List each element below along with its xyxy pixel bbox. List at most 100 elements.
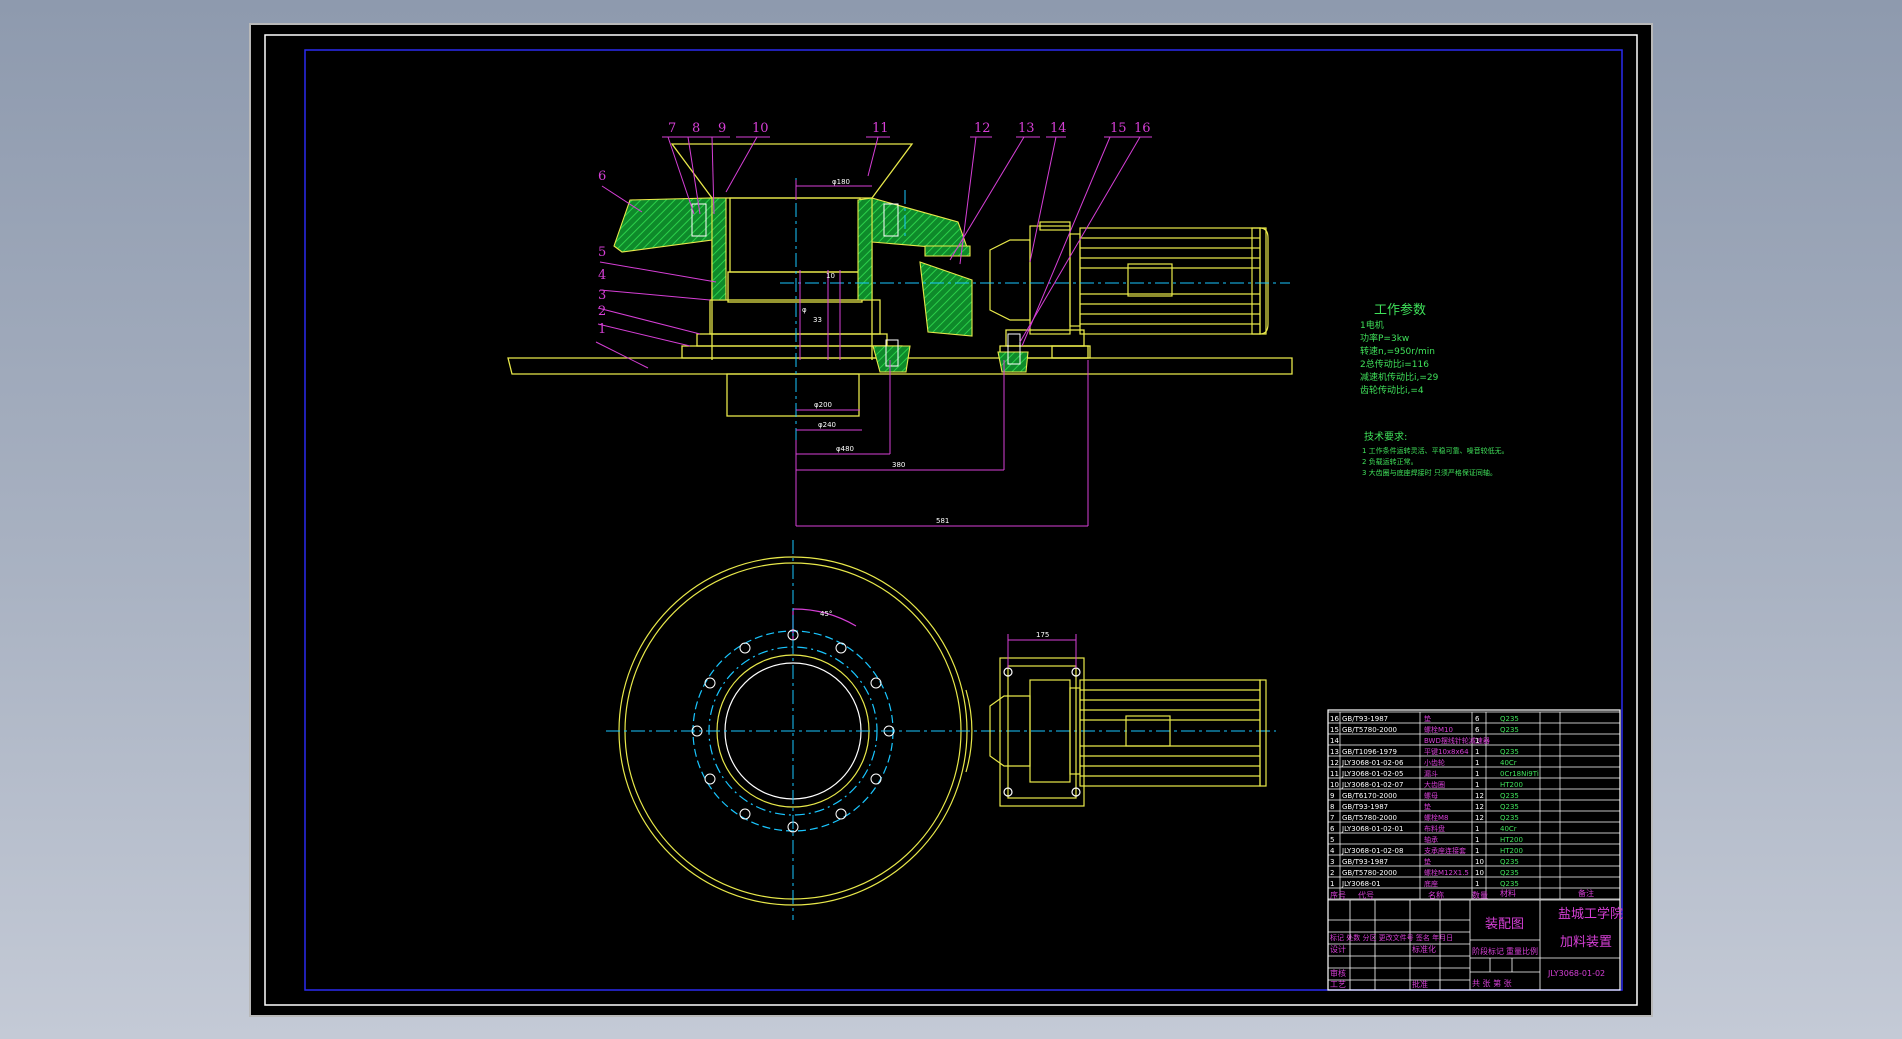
- label-16: 16: [1134, 121, 1151, 136]
- school-name: 盐城工学院: [1558, 906, 1623, 922]
- rev-row: 标记 处数 分区 更改文件号 签名 年月日: [1330, 933, 1453, 942]
- stage-label: 阶段标记: [1472, 946, 1504, 956]
- designer-label: 设计: [1330, 944, 1346, 954]
- bom-cell-name: 大齿圈: [1424, 780, 1445, 789]
- work-param-line-2: 功率P=3kw: [1360, 332, 1409, 344]
- cad-viewport: φ180 φ 33 10 φ200 φ240 φ480 380 581 1 2 …: [0, 0, 1902, 1039]
- assembly-drawing: φ180 φ 33 10 φ200 φ240 φ480 380 581 1 2 …: [249, 23, 1653, 1017]
- hdr-no: 序号: [1330, 890, 1346, 900]
- work-param-line-6: 齿轮传动比i,=4: [1360, 384, 1424, 396]
- bom-cell-mat: HT200: [1500, 836, 1523, 844]
- bom-cell-no: 8: [1330, 803, 1334, 811]
- bom-cell-mat: HT200: [1500, 847, 1523, 855]
- label-12: 12: [974, 121, 991, 136]
- bom-cell-code: JLY3068-01-02-01: [1341, 825, 1403, 833]
- bom-cell-code: JLY3068-01-02-07: [1341, 781, 1403, 789]
- bom-cell-mat: 0Cr18Ni9Ti: [1500, 770, 1539, 778]
- bom-cell-no: 13: [1330, 748, 1339, 756]
- tech-req-title: 技术要求:: [1364, 430, 1407, 443]
- bom-cell-qty: 1: [1475, 737, 1479, 745]
- bom-cell-qty: 12: [1475, 792, 1484, 800]
- bom-cell-qty: 10: [1475, 858, 1484, 866]
- bom-cell-qty: 1: [1475, 770, 1479, 778]
- label-10: 10: [752, 121, 769, 136]
- bom-cell-qty: 6: [1475, 726, 1480, 734]
- bom-cell-code: JLY3068-01-02-06: [1341, 759, 1404, 767]
- bom-cell-code: JLY3068-01-02-08: [1341, 847, 1403, 855]
- bom-cell-no: 6: [1330, 825, 1335, 833]
- dim-d-top: φ180: [832, 178, 850, 186]
- drawing-type: 装配图: [1485, 917, 1524, 932]
- label-3: 3: [598, 288, 606, 303]
- label-15: 15: [1110, 121, 1127, 136]
- label-2: 2: [598, 304, 606, 319]
- bom-cell-mat: 40Cr: [1500, 759, 1517, 767]
- label-9: 9: [718, 121, 726, 136]
- bom-cell-qty: 1: [1475, 880, 1479, 888]
- bom-cell-name: 垫: [1424, 714, 1431, 723]
- dim-d-5: 581: [936, 517, 949, 525]
- bom-cell-code: GB/T6170-2000: [1342, 792, 1397, 800]
- bom-row: 11 JLY3068-01-02-05 漏斗 1 0Cr18Ni9Ti: [1330, 769, 1539, 778]
- dim-d-3: φ480: [836, 445, 854, 453]
- tech-req-line-2: 2 负载运转正常。: [1362, 457, 1418, 466]
- bom-cell-name: 螺栓M8: [1424, 813, 1449, 822]
- bom-cell-no: 15: [1330, 726, 1339, 734]
- bom-cell-code: GB/T5780-2000: [1342, 726, 1397, 734]
- work-param-line-3: 转速n,=950r/min: [1360, 345, 1435, 357]
- bom-cell-no: 11: [1330, 770, 1339, 778]
- label-14: 14: [1050, 121, 1067, 136]
- bom-cell-mat: Q235: [1500, 869, 1519, 877]
- label-11: 11: [872, 121, 889, 136]
- bom-cell-mat: Q235: [1500, 726, 1519, 734]
- bom-cell-name: 平键10x8x64: [1424, 747, 1469, 756]
- hdr-qty: 数量: [1472, 890, 1488, 900]
- bom-cell-no: 9: [1330, 792, 1334, 800]
- bom-cell-qty: 6: [1475, 715, 1480, 723]
- tech-req-line-1: 1 工作条件运转灵活、平稳可靠、噪音较低无。: [1362, 446, 1509, 455]
- bom-cell-no: 16: [1330, 715, 1339, 723]
- label-8: 8: [692, 121, 700, 136]
- dim-motor-w: 175: [1036, 631, 1049, 639]
- hdr-mat: 材料: [1500, 888, 1516, 898]
- bom-cell-no: 12: [1330, 759, 1339, 767]
- bom-cell-qty: 1: [1475, 847, 1479, 855]
- bom-cell-code: GB/T1096-1979: [1342, 748, 1397, 756]
- bom-cell-qty: 1: [1475, 781, 1479, 789]
- bom-cell-qty: 1: [1475, 836, 1479, 844]
- dim-d-2: φ240: [818, 421, 836, 429]
- bom-cell-name: 漏斗: [1424, 769, 1438, 778]
- bom-cell-no: 1: [1330, 880, 1334, 888]
- bom-cell-code: GB/T5780-2000: [1342, 869, 1397, 877]
- bom-cell-name: 底座: [1424, 879, 1438, 888]
- bom-cell-qty: 1: [1475, 748, 1479, 756]
- tech-req-line-3: 3 大齿圈与底座焊接时 只须严格保证同轴。: [1362, 468, 1497, 477]
- bom-cell-name: 轴承: [1424, 835, 1438, 844]
- bom-cell-no: 14: [1330, 737, 1339, 745]
- bom-cell-qty: 1: [1475, 759, 1479, 767]
- dim-side-c: 10: [826, 272, 835, 280]
- bom-cell-name: 螺栓M10: [1424, 725, 1453, 734]
- bom-cell-no: 2: [1330, 869, 1334, 877]
- drawing-number: JLY3068-01-02: [1547, 969, 1605, 978]
- label-4: 4: [598, 268, 606, 283]
- hdr-note: 备注: [1578, 888, 1594, 898]
- dim-d-4: 380: [892, 461, 905, 469]
- bom-cell-mat: Q235: [1500, 748, 1519, 756]
- std-label: 标准化: [1412, 944, 1436, 954]
- approve-label: 批准: [1412, 979, 1428, 989]
- bom-cell-no: 7: [1330, 814, 1334, 822]
- bom-cell-code: GB/T93-1987: [1342, 715, 1388, 723]
- bom-cell-no: 10: [1330, 781, 1339, 789]
- bom-cell-mat: Q235: [1500, 803, 1519, 811]
- weight-label: 重量: [1506, 946, 1522, 956]
- bom-cell-mat: Q235: [1500, 814, 1519, 822]
- bom-cell-name: 螺栓M12X1.5: [1424, 868, 1469, 877]
- sheets-label: 共 张 第 张: [1472, 978, 1512, 988]
- label-1: 1: [598, 322, 606, 337]
- bom-cell-mat: Q235: [1500, 858, 1519, 866]
- label-6: 6: [598, 169, 606, 184]
- scale-label: 比例: [1522, 946, 1538, 956]
- bom-cell-mat: 40Cr: [1500, 825, 1517, 833]
- bom-cell-mat: Q235: [1500, 880, 1519, 888]
